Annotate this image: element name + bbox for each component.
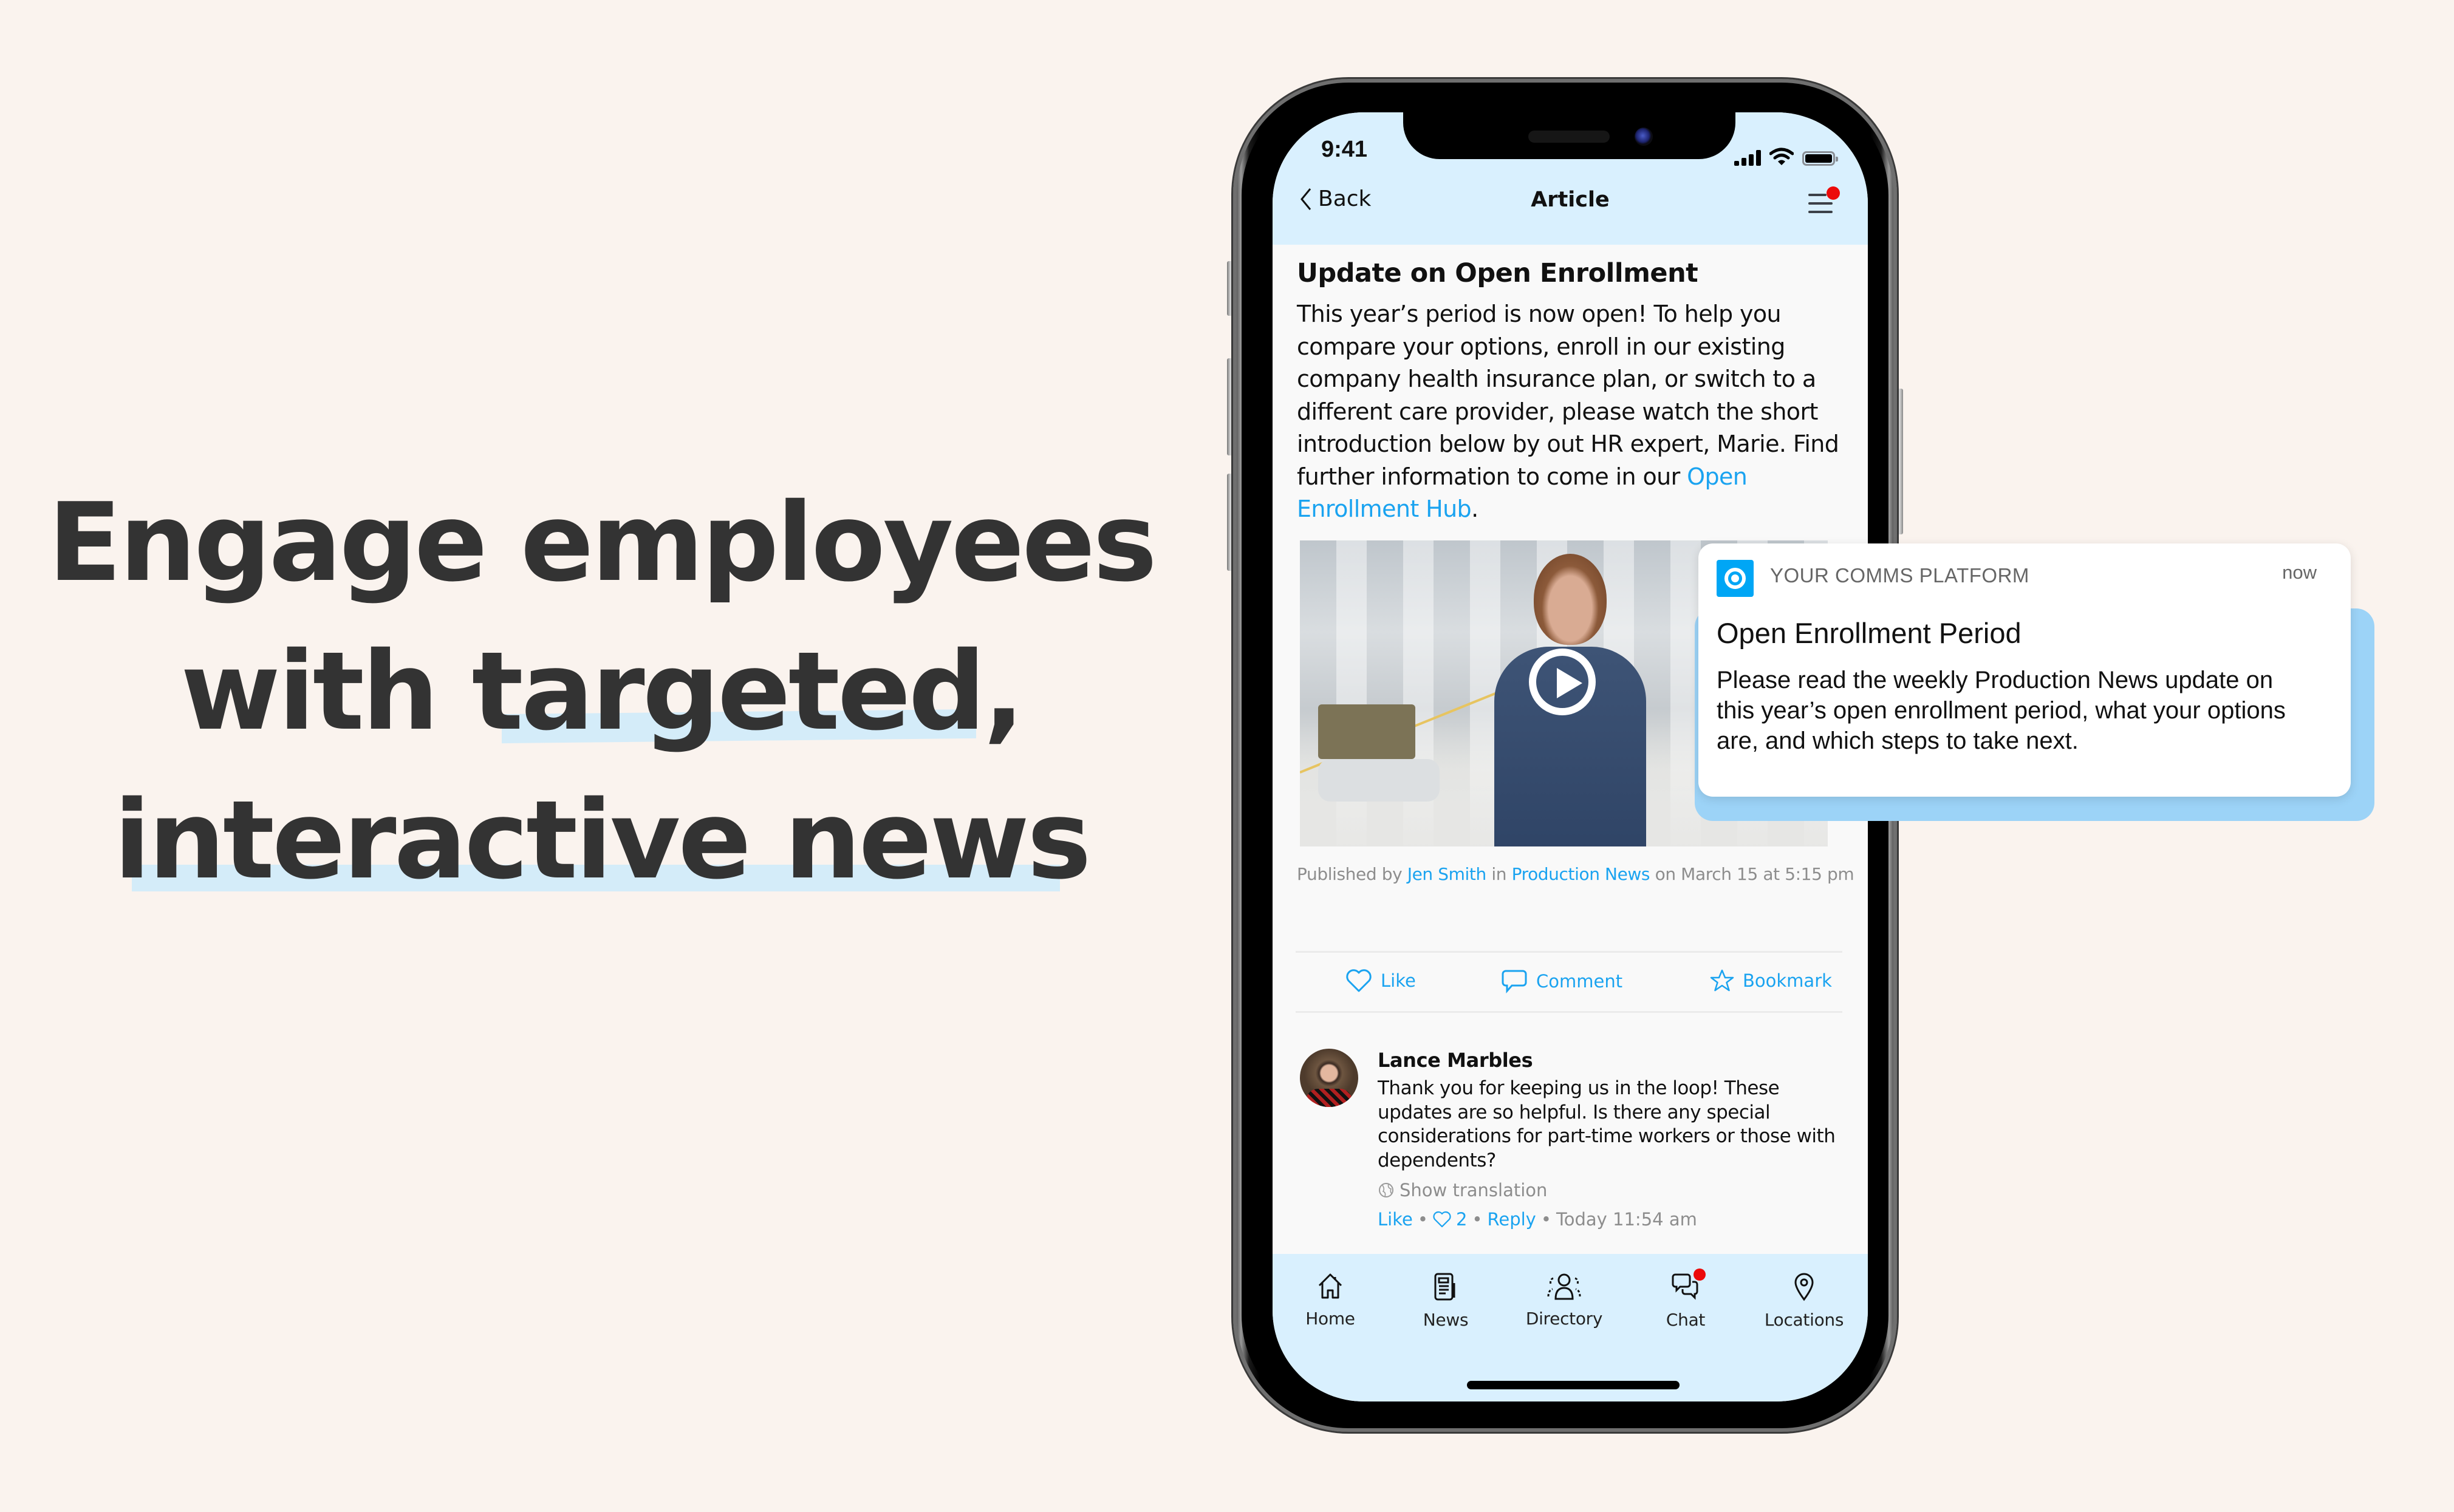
wifi-icon	[1769, 148, 1794, 165]
menu-badge	[1827, 186, 1840, 200]
headline-line-3: interactive news	[114, 777, 1092, 903]
globe-icon	[1379, 1183, 1393, 1197]
star-icon	[1710, 969, 1734, 992]
page-title: Article	[1531, 188, 1610, 212]
status-time: 9:41	[1321, 137, 1368, 162]
play-icon[interactable]	[1529, 649, 1596, 715]
avatar[interactable]	[1300, 1049, 1358, 1107]
tab-chat[interactable]: Chat	[1628, 1269, 1743, 1330]
comment-author[interactable]: Lance Marbles	[1378, 1049, 1533, 1072]
divider	[1296, 1011, 1842, 1013]
comment-timestamp: Today 11:54 am	[1556, 1209, 1697, 1230]
heart-icon	[1433, 1211, 1451, 1228]
comment-like-button[interactable]: Like	[1378, 1209, 1413, 1230]
article: Update on Open Enrollment This year’s pe…	[1297, 258, 1844, 526]
tab-home[interactable]: Home	[1273, 1272, 1388, 1329]
comment-reply-button[interactable]: Reply	[1488, 1209, 1536, 1230]
location-pin-icon	[1794, 1273, 1814, 1301]
headline-line-1: Engage employees	[47, 480, 1157, 605]
comment-like-count: 2	[1455, 1209, 1468, 1230]
battery-icon	[1802, 151, 1838, 166]
notification-body: Please read the weekly Production News u…	[1717, 667, 2286, 754]
like-button[interactable]: Like	[1345, 969, 1416, 993]
comment-text: Thank you for keeping us in the loop! Th…	[1378, 1077, 1836, 1171]
article-byline: Published by Jen Smith in Production New…	[1297, 864, 1854, 884]
notification-app-name: YOUR COMMS PLATFORM	[1770, 564, 2029, 587]
channel-link[interactable]: Production News	[1512, 864, 1650, 884]
divider	[1296, 951, 1842, 953]
menu-button[interactable]	[1808, 186, 1840, 216]
tab-news[interactable]: News	[1388, 1272, 1503, 1330]
news-icon	[1434, 1273, 1455, 1301]
headline-line-2: with targeted,	[180, 628, 1024, 754]
article-title: Update on Open Enrollment	[1297, 258, 1698, 288]
push-notification[interactable]: YOUR COMMS PLATFORM now Open Enrollment …	[1698, 543, 2351, 797]
author-link[interactable]: Jen Smith	[1407, 864, 1486, 884]
show-translation-button[interactable]: Show translation	[1378, 1180, 1547, 1200]
tab-locations[interactable]: Locations	[1746, 1272, 1862, 1330]
headline-targeted: targeted,	[471, 628, 1025, 754]
signal-icon	[1734, 149, 1761, 166]
comment-icon	[1502, 970, 1527, 993]
comment-meta: Like • 2 • Reply • Today 11:54 am	[1378, 1209, 1697, 1230]
bottom-tab-bar: Home News Directory Chat Locations	[1273, 1254, 1868, 1401]
article-body: This year’s period is now open! To help …	[1297, 301, 1839, 522]
tab-directory[interactable]: Directory	[1506, 1272, 1622, 1329]
camera-icon	[1635, 128, 1653, 146]
directory-icon	[1547, 1273, 1581, 1300]
home-indicator[interactable]	[1467, 1381, 1680, 1389]
phone-notch	[1403, 112, 1735, 159]
comment-button[interactable]: Comment	[1501, 969, 1622, 994]
article-actions: Like Comment Bookmark	[1296, 961, 1842, 1004]
home-icon	[1318, 1273, 1342, 1299]
chat-badge	[1694, 1269, 1706, 1281]
status-icons	[1734, 141, 1838, 166]
notification-time: now	[2282, 562, 2317, 583]
bookmark-button[interactable]: Bookmark	[1710, 969, 1832, 993]
app-icon	[1717, 560, 1754, 597]
notification-title: Open Enrollment Period	[1717, 617, 2022, 649]
heart-icon	[1346, 969, 1372, 992]
